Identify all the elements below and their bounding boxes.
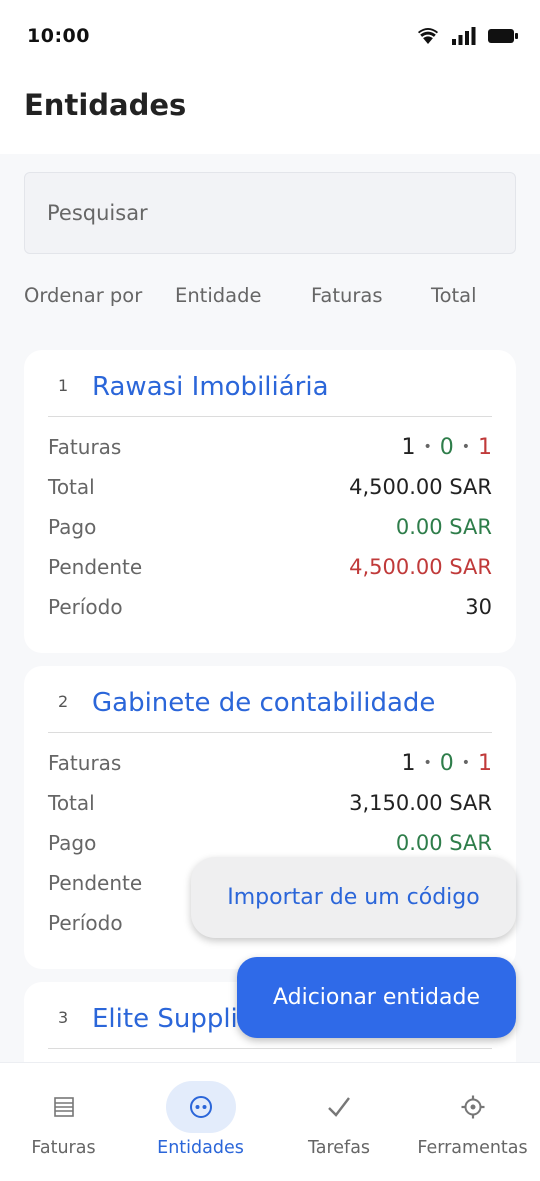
nav-item-faturas[interactable]: Faturas	[0, 1063, 127, 1181]
faturas-count-paid: 0	[439, 435, 454, 460]
pago-label: Pago	[48, 515, 97, 539]
faturas-count-total: 1	[401, 435, 416, 460]
total-row: Total 4,500.00 SAR	[48, 475, 492, 505]
separator-dot: •	[423, 439, 432, 455]
nav-item-tarefas[interactable]: Tarefas	[274, 1063, 404, 1181]
pendente-label: Pendente	[48, 555, 143, 579]
entity-number: 3	[58, 1008, 69, 1027]
sort-label: Ordenar por	[24, 284, 143, 307]
wifi-icon	[418, 28, 438, 44]
nav-label: Tarefas	[307, 1138, 371, 1158]
card-divider	[48, 1048, 492, 1049]
faturas-label: Faturas	[48, 751, 122, 775]
faturas-label: Faturas	[48, 435, 122, 459]
search-input[interactable]	[47, 173, 487, 253]
status-time: 10:00	[27, 25, 90, 47]
entity-name[interactable]: Elite Supplie	[92, 1004, 254, 1034]
pendente-row: Pendente 4,500.00 SAR	[48, 555, 492, 585]
periodo-value: 30	[465, 595, 492, 619]
bottom-nav: Faturas Entidades Tarefas Ferramentas	[0, 1062, 540, 1181]
status-bar: 10:00	[0, 0, 540, 72]
sort-option-entidade[interactable]: Entidade	[175, 284, 261, 307]
pago-row: Pago 0.00 SAR	[48, 515, 492, 545]
sort-option-faturas[interactable]: Faturas	[311, 284, 383, 307]
page-title: Entidades	[24, 88, 187, 122]
add-entity-button[interactable]: Adicionar entidade	[237, 957, 516, 1038]
faturas-counts: 1 • 0 • 1	[401, 751, 492, 776]
check-icon	[304, 1081, 374, 1133]
sort-row: Ordenar por Entidade Faturas Total	[24, 284, 516, 312]
faturas-row: Faturas 1 • 0 • 1	[48, 435, 492, 465]
battery-icon	[488, 29, 518, 43]
faturas-row: Faturas 1 • 0 • 1	[48, 751, 492, 781]
signal-icon	[452, 27, 476, 45]
total-row: Total 3,150.00 SAR	[48, 791, 492, 821]
pendente-label: Pendente	[48, 871, 143, 895]
entity-card[interactable]: 1 Rawasi Imobiliária Faturas 1 • 0 • 1 Total…	[24, 350, 516, 653]
list-icon	[29, 1081, 99, 1133]
app-header: Entidades	[0, 72, 540, 154]
entity-number: 2	[58, 692, 69, 711]
faturas-counts: 1 • 0 • 1	[401, 435, 492, 460]
card-divider	[48, 732, 492, 733]
faturas-count-pending: 1	[478, 435, 492, 460]
separator-dot: •	[423, 755, 432, 771]
pago-label: Pago	[48, 831, 97, 855]
total-label: Total	[48, 475, 95, 499]
faturas-count-pending: 1	[478, 751, 492, 776]
total-value: 3,150.00 SAR	[349, 791, 492, 815]
nav-label: Faturas	[31, 1138, 96, 1158]
nav-label: Entidades	[157, 1138, 244, 1158]
periodo-label: Período	[48, 595, 123, 619]
total-label: Total	[48, 791, 95, 815]
search-box[interactable]	[24, 172, 516, 254]
faturas-count-total: 1	[401, 751, 416, 776]
sort-option-total[interactable]: Total	[431, 284, 477, 307]
entity-name[interactable]: Gabinete de contabilidade	[92, 688, 435, 718]
gear-icon	[438, 1081, 508, 1133]
pago-value: 0.00 SAR	[395, 831, 492, 855]
total-value: 4,500.00 SAR	[349, 475, 492, 499]
import-from-code-button[interactable]: Importar de um código	[191, 857, 516, 938]
periodo-row: Período 30	[48, 595, 492, 625]
entity-number: 1	[58, 376, 69, 395]
pago-value: 0.00 SAR	[395, 515, 492, 539]
nav-item-entidades[interactable]: Entidades	[130, 1063, 271, 1181]
entity-name[interactable]: Rawasi Imobiliária	[92, 372, 329, 402]
card-divider	[48, 416, 492, 417]
periodo-label: Período	[48, 911, 123, 935]
pendente-value: 4,500.00 SAR	[349, 555, 492, 579]
faturas-count-paid: 0	[439, 751, 454, 776]
separator-dot: •	[461, 755, 470, 771]
separator-dot: •	[461, 439, 470, 455]
status-icons	[416, 26, 518, 46]
entities-icon	[165, 1081, 236, 1133]
nav-item-ferramentas[interactable]: Ferramentas	[405, 1063, 540, 1181]
nav-label: Ferramentas	[417, 1138, 528, 1158]
